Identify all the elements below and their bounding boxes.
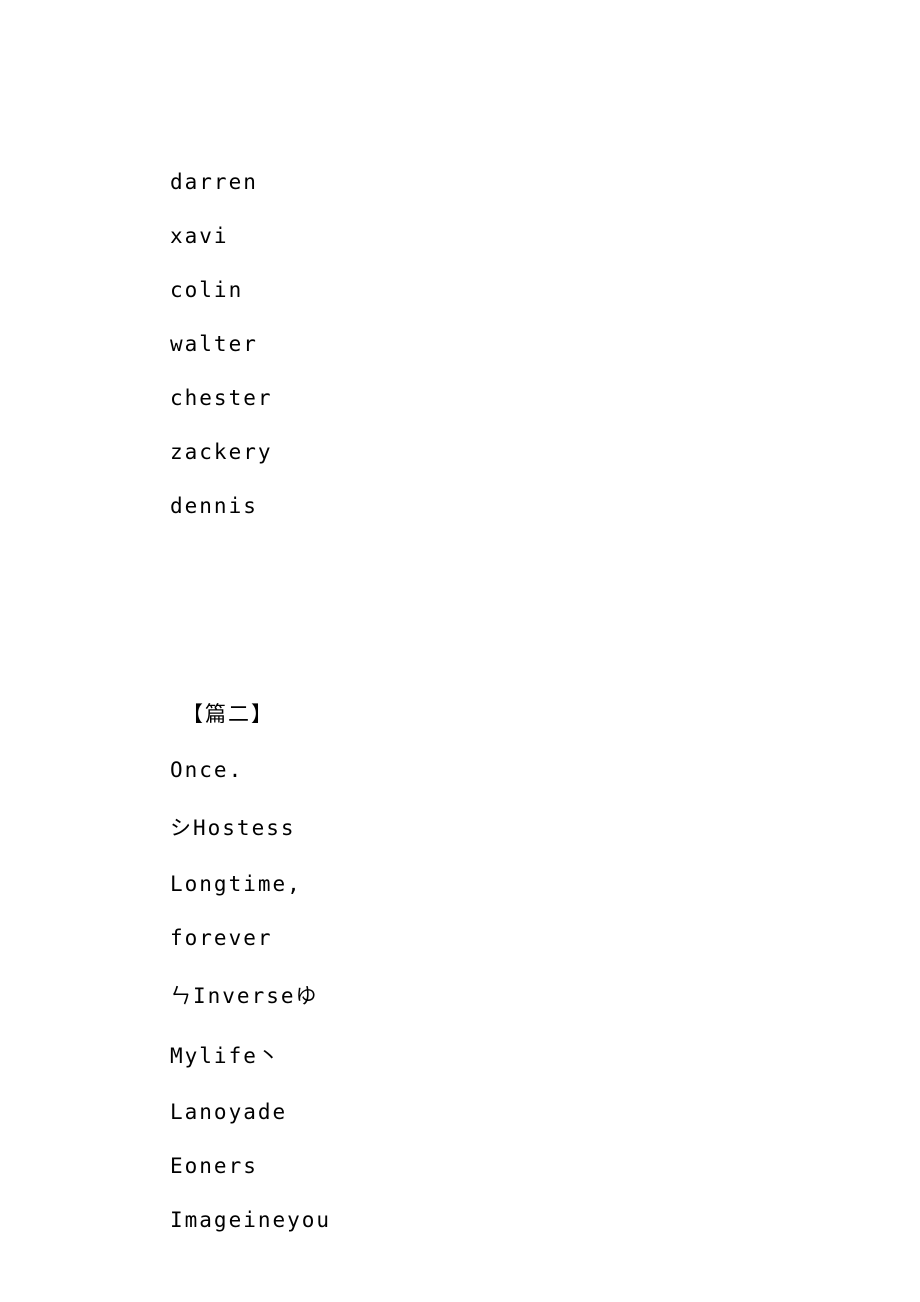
section-2: 【篇二】 Once. シHostess Longtime, forever ㄣI…	[170, 698, 750, 1232]
text-line: forever	[170, 926, 750, 950]
document-body: darren xavi colin walter chester zackery…	[170, 170, 750, 1262]
text-line: zackery	[170, 440, 750, 464]
section-separator	[170, 548, 750, 698]
text-line: colin	[170, 278, 750, 302]
text-line: Eoners	[170, 1154, 750, 1178]
text-line: xavi	[170, 224, 750, 248]
text-line: Longtime,	[170, 872, 750, 896]
text-line: darren	[170, 170, 750, 194]
section-heading: 【篇二】	[170, 698, 750, 728]
text-line: Lanoyade	[170, 1100, 750, 1124]
text-line: dennis	[170, 494, 750, 518]
text-line: Once.	[170, 758, 750, 782]
text-line: シHostess	[170, 812, 750, 842]
text-line: chester	[170, 386, 750, 410]
text-line: Imageineyou	[170, 1208, 750, 1232]
text-line: Mylife丶	[170, 1040, 750, 1070]
text-line: ㄣInverseゆ	[170, 980, 750, 1010]
text-line: walter	[170, 332, 750, 356]
section-1: darren xavi colin walter chester zackery…	[170, 170, 750, 518]
